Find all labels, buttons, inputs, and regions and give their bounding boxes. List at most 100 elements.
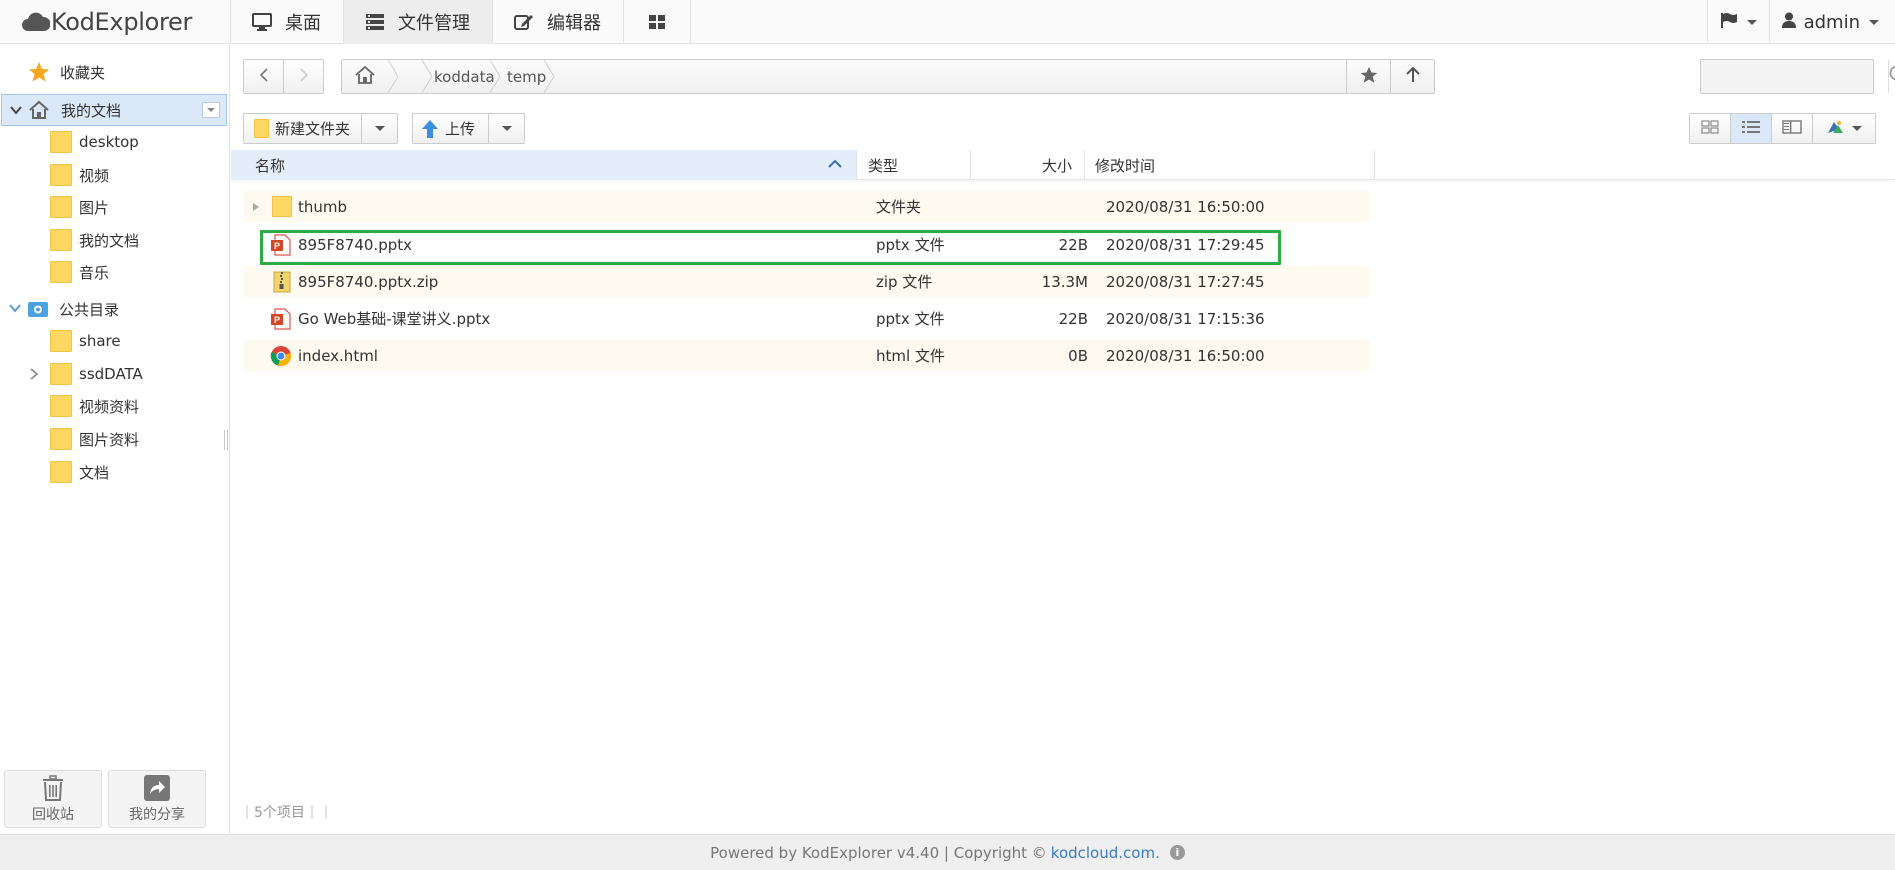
theme-menu-button[interactable] (1813, 114, 1875, 143)
favorite-button[interactable] (1346, 60, 1390, 93)
up-directory-button[interactable] (1390, 60, 1434, 93)
sidebar-item-label: 图片资料 (79, 430, 140, 449)
home-icon (29, 100, 49, 119)
column-header-size-label: 大小 (1041, 156, 1072, 175)
sidebar-item-favorites[interactable]: 收藏夹 (0, 56, 228, 88)
file-name: index.html (298, 346, 378, 365)
sidebar-item-picture-materials[interactable]: 图片资料 (0, 423, 228, 455)
sidebar-item-videos[interactable]: 视频 (0, 159, 228, 191)
new-folder-dropdown[interactable] (361, 114, 397, 143)
sidebar-item-public[interactable]: 公共目录 (0, 293, 228, 325)
expand-arrow-icon[interactable] (252, 191, 260, 222)
tab-editor[interactable]: 编辑器 (493, 0, 624, 44)
view-icon-grid-button[interactable] (1690, 114, 1731, 143)
view-list-button[interactable] (1731, 114, 1772, 143)
file-row[interactable]: P 895F8740.pptx pptx 文件 22B 2020/08/31 1… (244, 229, 1370, 260)
breadcrumb-separator (544, 60, 555, 93)
app-logo[interactable]: KodExplorer (22, 6, 192, 38)
breadcrumb-koddata[interactable]: koddata (434, 60, 495, 93)
sidebar-item-pictures[interactable]: 图片 (0, 191, 228, 223)
view-split-button[interactable] (1772, 114, 1813, 143)
chevron-down-icon (374, 126, 385, 131)
file-size: 0B (1068, 346, 1088, 365)
folder-icon (272, 196, 292, 217)
chrome-icon (270, 346, 291, 366)
sidebar-resize-handle[interactable] (224, 430, 228, 450)
file-row[interactable]: 895F8740.pptx.zip zip 文件 13.3M 2020/08/3… (244, 266, 1370, 297)
tab-editor-label: 编辑器 (547, 13, 601, 34)
back-button[interactable] (243, 59, 284, 94)
column-header-type-label: 类型 (868, 156, 899, 175)
top-right-menu: admin (1706, 0, 1895, 44)
sidebar-item-label: 图片 (79, 198, 110, 217)
top-nav: 桌面 文件管理 编辑器 (230, 0, 691, 44)
file-row[interactable]: P Go Web基础-课堂讲义.pptx pptx 文件 22B 2020/08… (244, 303, 1370, 334)
user-menu[interactable]: admin (1768, 0, 1895, 44)
column-header-name[interactable]: 名称 (231, 150, 857, 180)
breadcrumb-separator (388, 60, 399, 93)
sidebar-item-desktop[interactable]: desktop (0, 126, 228, 158)
column-header-size[interactable]: 大小 (971, 150, 1085, 180)
footer-link[interactable]: kodcloud.com (1051, 844, 1155, 862)
file-modified: 2020/08/31 16:50:00 (1106, 346, 1265, 365)
chevron-right-icon[interactable] (28, 368, 40, 380)
sidebar-item-ssddata[interactable]: ssdDATA (0, 358, 228, 390)
view-mode-buttons (1689, 113, 1876, 144)
column-header-modified[interactable]: 修改时间 (1085, 150, 1375, 180)
username: admin (1803, 11, 1860, 33)
tab-apps[interactable] (624, 0, 691, 44)
folder-icon (50, 164, 72, 186)
grid-icon (646, 13, 668, 31)
list-view-icon (1741, 120, 1761, 138)
star-icon (29, 62, 49, 82)
search-input[interactable] (1701, 60, 1888, 93)
sidebar-item-label: share (79, 332, 121, 350)
sidebar-item-music[interactable]: 音乐 (0, 256, 228, 288)
sidebar-item-my-docs[interactable]: 我的文档 (1, 94, 227, 126)
upload-arrow-icon (421, 119, 439, 139)
recycle-bin-button[interactable]: 回收站 (4, 770, 102, 828)
home-icon (355, 65, 375, 88)
column-header-type[interactable]: 类型 (858, 150, 971, 180)
file-type: zip 文件 (876, 273, 933, 291)
file-row[interactable]: index.html html 文件 0B 2020/08/31 16:50:0… (244, 340, 1370, 371)
sidebar-item-docs[interactable]: 文档 (0, 456, 228, 488)
tab-file-manager[interactable]: 文件管理 (344, 0, 493, 44)
new-folder-label: 新建文件夹 (275, 120, 351, 138)
search-button[interactable] (1888, 60, 1895, 93)
sidebar-item-label: 视频资料 (79, 397, 140, 416)
new-folder-button[interactable]: 新建文件夹 (244, 114, 361, 143)
sidebar: 收藏夹 我的文档 desktop 视频 图片 我的文档 音乐 公共目录 shar… (0, 44, 230, 834)
tab-desktop[interactable]: 桌面 (231, 0, 344, 44)
sidebar-item-share[interactable]: share (0, 325, 228, 357)
file-row[interactable]: thumb 文件夹 2020/08/31 16:50:00 (244, 191, 1370, 222)
info-icon[interactable]: i (1169, 845, 1185, 860)
chevron-down-icon[interactable] (9, 302, 21, 314)
breadcrumb-separator (422, 60, 433, 93)
status-divider (310, 805, 313, 819)
footer-suffix: . (1155, 843, 1160, 862)
chevron-down-icon (1746, 19, 1757, 25)
upload-button[interactable]: 上传 (413, 114, 488, 143)
pptx-file-icon: P (271, 234, 291, 256)
my-share-button[interactable]: 我的分享 (108, 770, 206, 828)
chevron-down-icon (501, 126, 512, 131)
breadcrumb-home[interactable] (342, 60, 388, 93)
forward-button[interactable] (283, 59, 324, 94)
sidebar-item-label: 视频 (79, 166, 110, 185)
file-name: thumb (298, 197, 348, 216)
breadcrumb-temp[interactable]: temp (507, 60, 546, 93)
folder-icon (50, 461, 72, 483)
chevron-down-icon[interactable] (10, 104, 22, 116)
language-menu[interactable] (1706, 0, 1769, 44)
file-modified: 2020/08/31 16:50:00 (1106, 197, 1265, 216)
status-divider (324, 805, 327, 819)
status-divider (246, 805, 248, 819)
sidebar-item-label: ssdDATA (79, 365, 143, 383)
sidebar-item-documents[interactable]: 我的文档 (0, 224, 228, 256)
upload-dropdown[interactable] (488, 114, 524, 143)
sidebar-item-video-materials[interactable]: 视频资料 (0, 390, 228, 422)
chevron-left-icon (259, 67, 269, 86)
item-menu-dropdown[interactable] (202, 102, 220, 118)
chevron-down-icon (1869, 19, 1879, 25)
